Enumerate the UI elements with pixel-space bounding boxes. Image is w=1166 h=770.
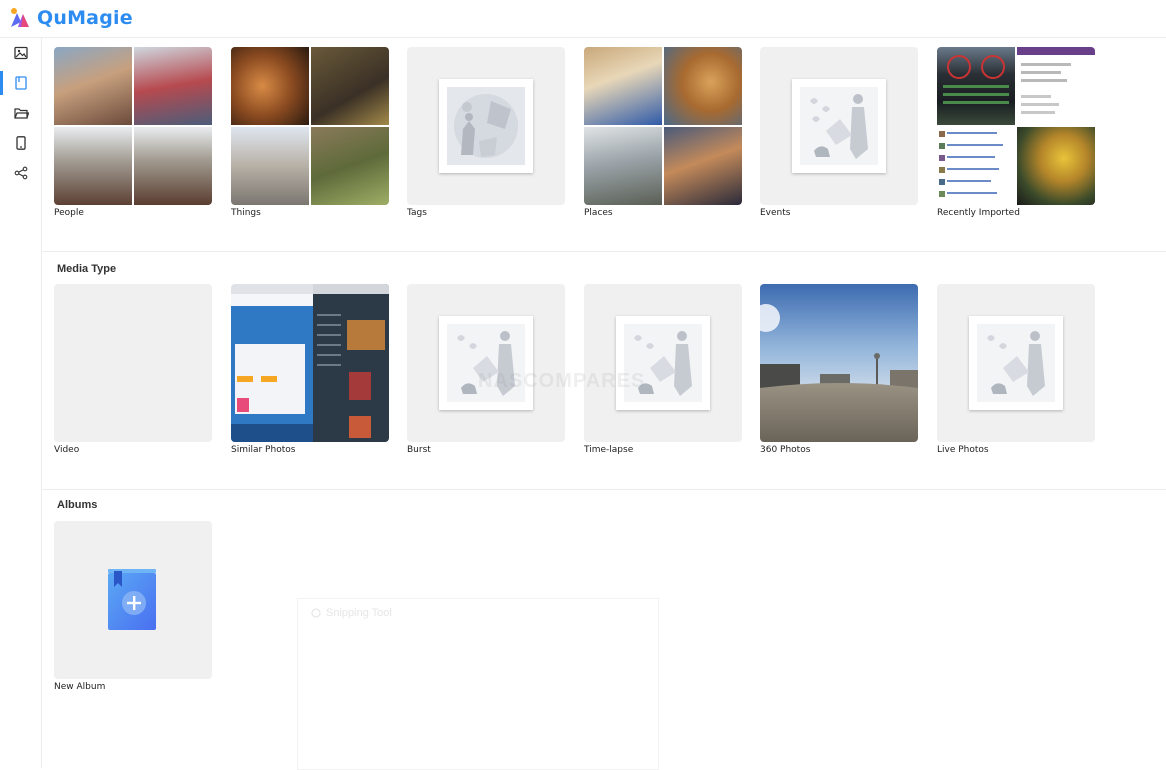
360-photo-thumbnail: [760, 284, 918, 442]
collection-label-places: Places: [584, 208, 613, 218]
people-thumbnail: [54, 47, 132, 125]
snipping-tool-title: Snipping Tool: [326, 607, 392, 619]
tags-illustration-icon: [447, 87, 525, 165]
media-type-label-burst: Burst: [407, 445, 431, 455]
gauge-icon: [943, 55, 1009, 104]
things-thumbnail: [311, 127, 389, 205]
places-thumbnail: [664, 47, 742, 125]
share-icon: [14, 166, 28, 180]
collection-label-tags: Tags: [407, 208, 427, 218]
sidebar-item-share[interactable]: [10, 162, 32, 184]
recent-thumbnail: [1017, 127, 1095, 205]
smart-album-icon: [15, 76, 27, 90]
time-lapse-placeholder: [616, 316, 710, 410]
events-illustration-icon: [800, 87, 878, 165]
snipping-tool-titlebar: Snipping Tool: [311, 607, 392, 619]
media-type-label-360-photos: 360 Photos: [760, 445, 811, 455]
webpage-list-icon: [939, 131, 1003, 197]
photos-icon: [14, 46, 28, 60]
albums-heading: Albums: [57, 499, 98, 511]
similar-photos-thumbnail: [231, 284, 389, 442]
people-thumbnail: [134, 127, 212, 205]
left-sidebar: [0, 38, 42, 768]
app-logo[interactable]: QuMagie: [8, 6, 133, 30]
media-type-label-time-lapse: Time-lapse: [584, 445, 634, 455]
collection-things[interactable]: [231, 47, 389, 205]
sidebar-item-mobile[interactable]: [10, 132, 32, 154]
live-photos-placeholder: [969, 316, 1063, 410]
places-thumbnail: [584, 47, 662, 125]
media-type-live-photos[interactable]: [937, 284, 1095, 442]
collection-events[interactable]: [760, 47, 918, 205]
mobile-icon: [16, 136, 26, 150]
media-type-burst[interactable]: [407, 284, 565, 442]
places-thumbnail: [584, 127, 662, 205]
places-thumbnail: [664, 127, 742, 205]
collection-label-events: Events: [760, 208, 791, 218]
sidebar-item-smart-album[interactable]: [10, 72, 32, 94]
media-type-time-lapse[interactable]: [584, 284, 742, 442]
collection-people[interactable]: [54, 47, 212, 205]
media-type-similar-photos[interactable]: [231, 284, 389, 442]
add-album-icon: [108, 569, 156, 630]
people-thumbnail: [134, 47, 212, 125]
burst-placeholder: [439, 316, 533, 410]
media-type-label-live-photos: Live Photos: [937, 445, 989, 455]
burst-illustration-icon: [447, 324, 525, 402]
folder-icon: [13, 108, 29, 119]
new-album-button[interactable]: [54, 521, 212, 679]
album-label-new-album: New Album: [54, 682, 106, 692]
app-name: QuMagie: [37, 7, 133, 29]
things-thumbnail: [231, 47, 309, 125]
time-lapse-illustration-icon: [624, 324, 702, 402]
sidebar-item-folders[interactable]: [10, 102, 32, 124]
media-type-360-photos[interactable]: [760, 284, 918, 442]
people-thumbnail: [54, 127, 132, 205]
collection-label-people: People: [54, 208, 84, 218]
collection-label-things: Things: [231, 208, 261, 218]
section-divider: [42, 251, 1166, 252]
recent-thumbnail: [937, 47, 1015, 125]
recent-thumbnail: [1017, 47, 1095, 125]
sidebar-item-photos[interactable]: [10, 42, 32, 64]
webpage-icon: [1021, 63, 1071, 114]
watermark: NASCOMPARES: [478, 370, 646, 392]
events-placeholder: [792, 79, 886, 173]
collection-places[interactable]: [584, 47, 742, 205]
sidebar-active-indicator: [0, 71, 3, 95]
snipping-tool-window[interactable]: Snipping Tool: [297, 598, 659, 770]
things-thumbnail: [231, 127, 309, 205]
collection-recently-imported[interactable]: [937, 47, 1095, 205]
things-thumbnail: [311, 47, 389, 125]
scissors-icon: [311, 608, 321, 618]
recent-thumbnail: [937, 127, 1015, 205]
section-divider: [42, 489, 1166, 490]
collection-label-recently-imported: Recently Imported: [937, 208, 1020, 218]
qumagie-logo-icon: [11, 8, 29, 27]
media-type-label-video: Video: [54, 445, 80, 455]
media-type-video[interactable]: [54, 284, 212, 442]
media-type-heading: Media Type: [57, 263, 117, 275]
app-header: QuMagie: [0, 0, 1166, 38]
collection-tags[interactable]: [407, 47, 565, 205]
live-photos-illustration-icon: [977, 324, 1055, 402]
media-type-label-similar-photos: Similar Photos: [231, 445, 296, 455]
tags-placeholder: [439, 79, 533, 173]
